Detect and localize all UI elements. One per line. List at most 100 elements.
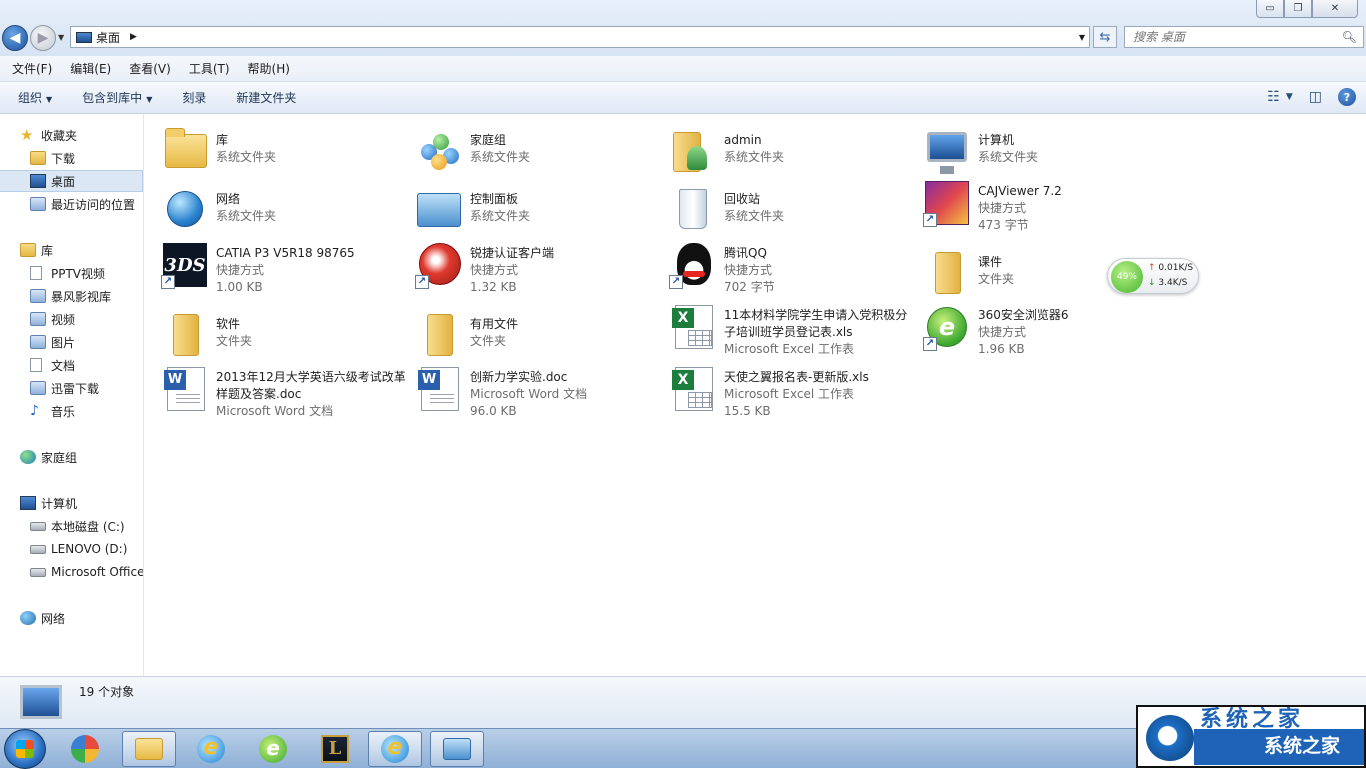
file-item-mechanics-doc[interactable]: 创新力学实验.doc Microsoft Word 文档 96.0 KB <box>399 355 649 418</box>
taskbar-app-control-panel[interactable] <box>430 731 484 767</box>
close-button[interactable]: ✕ <box>1312 0 1358 18</box>
nav-videos[interactable]: 视频 <box>0 308 143 330</box>
file-item-catia[interactable]: 3DS ↗ CATIA P3 V5R18 98765 快捷方式 1.00 KB <box>145 231 395 294</box>
file-type: 系统文件夹 <box>724 150 785 164</box>
forward-button[interactable]: ▶ <box>30 25 56 51</box>
file-item-network[interactable]: 网络 系统文件夹 <box>145 177 395 233</box>
start-button[interactable] <box>4 729 46 769</box>
nav-documents[interactable]: 文档 <box>0 354 143 376</box>
taskbar-app-color-balls[interactable] <box>58 731 112 767</box>
file-name: 控制面板 <box>470 192 519 206</box>
maximize-button[interactable]: ❐ <box>1284 0 1312 18</box>
file-item-homegroup[interactable]: 家庭组 系统文件夹 <box>399 118 649 174</box>
preview-pane-icon[interactable]: ◫ <box>1309 89 1322 105</box>
nav-label: Microsoft Office <box>51 565 144 579</box>
file-item-software-folder[interactable]: 软件 文件夹 <box>145 302 395 358</box>
nav-music[interactable]: ♪ 音乐 <box>0 400 143 422</box>
file-item-360-browser[interactable]: e ↗ 360安全浏览器6 快捷方式 1.96 KB <box>907 293 1157 356</box>
file-item-control-panel[interactable]: 控制面板 系统文件夹 <box>399 177 649 233</box>
nav-baofeng[interactable]: 暴风影视库 <box>0 285 143 307</box>
ruijie-client-icon: ↗ <box>415 241 463 289</box>
nav-desktop[interactable]: 桌面 <box>0 170 143 192</box>
file-size: 473 字节 <box>978 218 1029 232</box>
nav-network[interactable]: 网络 <box>0 607 143 629</box>
nav-computer[interactable]: 计算机 <box>0 492 143 514</box>
breadcrumb-desktop[interactable]: 桌面 <box>96 29 120 46</box>
file-item-libraries[interactable]: 库系统文件夹 <box>145 118 395 174</box>
thunder-library-icon <box>30 381 46 395</box>
watermark-logo: 系统之家 系统之家 <box>1136 705 1366 768</box>
file-item-party-registration-xls[interactable]: 11本材料学院学生申请入党积极分子培训班学员登记表.xlsMicrosoft E… <box>653 293 907 363</box>
view-controls: ☷ ▼ ◫ ? <box>1251 88 1356 106</box>
breadcrumb-chevron-icon[interactable]: ▶ <box>130 32 137 42</box>
menu-file[interactable]: 文件(F) <box>12 60 52 77</box>
change-view-icon[interactable]: ☷ <box>1267 89 1280 105</box>
network-usage-percent: 49% <box>1111 261 1143 293</box>
menu-tools[interactable]: 工具(T) <box>189 60 230 77</box>
nav-recent-places[interactable]: 最近访问的位置 <box>0 193 143 215</box>
360-browser-icon: e <box>259 735 287 763</box>
taskbar-app-league-of-legends[interactable]: L <box>308 731 362 767</box>
pictures-library-icon <box>30 335 46 349</box>
file-item-admin[interactable]: admin 系统文件夹 <box>653 118 903 174</box>
taskbar-app-ie[interactable]: e <box>184 731 238 767</box>
nav-favorites[interactable]: ★ 收藏夹 <box>0 124 143 146</box>
file-type: 快捷方式 <box>470 263 519 277</box>
address-dropdown-icon[interactable]: ▼ <box>1079 33 1085 42</box>
taskbar-app-ie-active[interactable]: e <box>368 731 422 767</box>
nav-pptv[interactable]: PPTV视频 <box>0 262 143 284</box>
catia-icon: 3DS ↗ <box>161 241 209 289</box>
nav-drive-office[interactable]: Microsoft Office <box>0 561 143 583</box>
network-speed-widget[interactable]: 49% ↑ 0.01K/S ↓ 3.4K/S <box>1107 258 1199 294</box>
address-bar[interactable]: 桌面 ▶ ▼ <box>70 26 1090 48</box>
taskbar-app-360-browser[interactable]: e <box>246 731 300 767</box>
upload-speed-value: 0.01K/S <box>1158 263 1194 273</box>
nav-pictures[interactable]: 图片 <box>0 331 143 353</box>
taskbar-app-explorer[interactable] <box>122 731 176 767</box>
file-item-qq[interactable]: ↗ 腾讯QQ 快捷方式 702 字节 <box>653 231 903 294</box>
shortcut-arrow-icon: ↗ <box>923 213 937 227</box>
refresh-button[interactable]: ⇆ <box>1093 26 1117 48</box>
network-icon <box>20 611 36 625</box>
nav-downloads[interactable]: 下载 <box>0 147 143 169</box>
file-name: 家庭组 <box>470 133 507 147</box>
include-in-library-button[interactable]: 包含到库中 ▼ <box>82 89 152 106</box>
file-item-cajviewer[interactable]: ↗ CAJViewer 7.2 快捷方式 473 字节 <box>907 169 1157 232</box>
nav-drive-c[interactable]: 本地磁盘 (C:) <box>0 515 143 537</box>
view-options-chevron-icon[interactable]: ▼ <box>1286 92 1293 102</box>
file-name: 创新力学实验.doc <box>470 370 568 384</box>
menu-edit[interactable]: 编辑(E) <box>70 60 111 77</box>
shortcut-arrow-icon: ↗ <box>415 275 429 289</box>
download-speed: ↓ 3.4K/S <box>1148 278 1187 288</box>
file-name: 库 <box>216 133 229 147</box>
desktop-large-icon <box>20 685 62 719</box>
file-item-recycle-bin[interactable]: 回收站 系统文件夹 <box>653 177 903 233</box>
file-name: 有用文件 <box>470 317 519 331</box>
organize-button[interactable]: 组织 ▼ <box>18 89 52 106</box>
recent-pages-dropdown[interactable]: ▼ <box>58 33 64 42</box>
file-item-computer[interactable]: 计算机 系统文件夹 <box>907 118 1157 174</box>
nav-drive-d[interactable]: LENOVO (D:) <box>0 538 143 560</box>
menu-help[interactable]: 帮助(H) <box>248 60 290 77</box>
file-item-ruijie-client[interactable]: ↗ 锐捷认证客户端 快捷方式 1.32 KB <box>399 231 649 294</box>
nav-thunder-downloads[interactable]: 迅雷下载 <box>0 377 143 399</box>
search-box[interactable]: 🔍︎ <box>1124 26 1364 48</box>
search-input[interactable] <box>1133 30 1343 44</box>
new-folder-button[interactable]: 新建文件夹 <box>236 89 296 106</box>
file-item-angel-wings-xls[interactable]: 天使之翼报名表-更新版.xls Microsoft Excel 工作表 15.5 K… <box>653 355 903 418</box>
menu-view[interactable]: 查看(V) <box>129 60 171 77</box>
file-name: CAJViewer 7.2 <box>978 184 1062 198</box>
search-icon[interactable]: 🔍︎ <box>1342 30 1357 44</box>
chevron-down-icon: ▼ <box>46 95 53 104</box>
minimize-button[interactable]: ▭ <box>1256 0 1284 18</box>
burn-button[interactable]: 刻录 <box>182 89 206 106</box>
help-button[interactable]: ? <box>1338 88 1356 106</box>
nav-homegroup[interactable]: 家庭组 <box>0 446 143 468</box>
command-bar: 组织 ▼ 包含到库中 ▼ 刻录 新建文件夹 ☷ ▼ ◫ ? <box>0 82 1366 114</box>
file-list: 库系统文件夹 家庭组 系统文件夹 admin 系统文件夹 计算机 系统文件夹 网络 系统… <box>145 114 1366 676</box>
file-item-useful-files-folder[interactable]: 有用文件 文件夹 <box>399 302 649 358</box>
back-button[interactable]: ◀ <box>2 25 28 51</box>
file-item-cet6-doc[interactable]: 2013年12月大学英语六级考试改革样题及答案.doc Microsoft Wor… <box>145 355 406 425</box>
nav-label: 图片 <box>51 335 76 350</box>
nav-libraries[interactable]: 库 <box>0 239 143 261</box>
